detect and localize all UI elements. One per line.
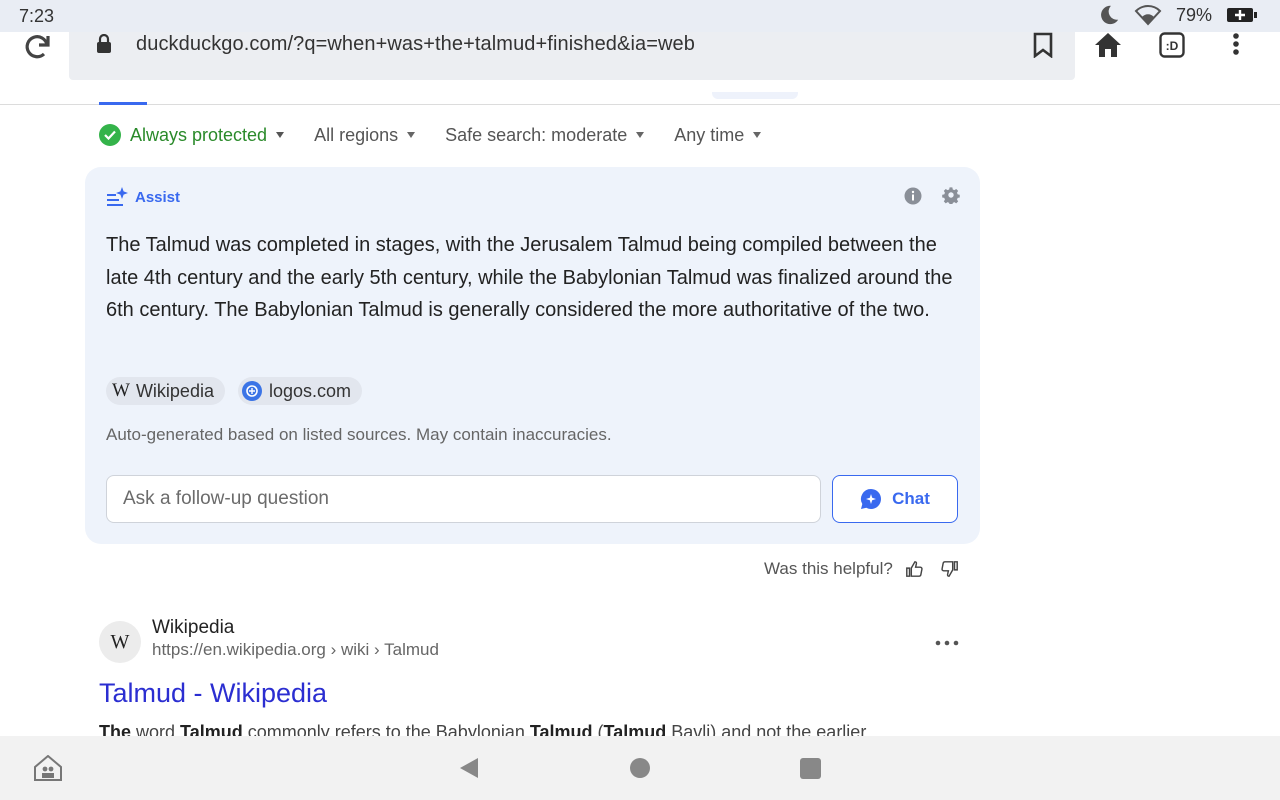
wikipedia-icon: W <box>112 380 130 401</box>
followup-input[interactable] <box>106 475 821 523</box>
more-options-icon[interactable] <box>935 636 959 650</box>
svg-text::D: :D <box>1166 39 1179 53</box>
result-snippet: The word Talmud commonly refers to the B… <box>99 722 979 736</box>
result-site-name[interactable]: Wikipedia <box>152 617 234 639</box>
assist-disclaimer: Auto-generated based on listed sources. … <box>106 425 612 444</box>
assist-sources: W Wikipedia logos.com <box>106 377 363 405</box>
tabs-divider <box>0 104 1280 105</box>
feedback-row: Was this helpful? <box>764 559 959 579</box>
chat-bubble-icon <box>861 488 882 509</box>
tab-active-indicator <box>99 102 147 105</box>
thumbs-up-icon[interactable] <box>905 560 923 578</box>
feedback-label: Was this helpful? <box>764 559 893 578</box>
result-url[interactable]: https://en.wikipedia.org › wiki › Talmud <box>152 640 439 660</box>
assist-card: Assist The Talmud was completed in stage… <box>85 167 980 544</box>
filter-always-protected[interactable]: Always protected <box>99 124 285 146</box>
assist-label: Assist <box>135 188 181 206</box>
search-filters: Always protected All regions Safe search… <box>99 122 791 148</box>
source-logos[interactable]: logos.com <box>237 377 363 405</box>
status-time: 7:23 <box>19 6 55 26</box>
result-title-link[interactable]: Talmud - Wikipedia <box>99 678 327 709</box>
check-circle-icon <box>99 124 121 146</box>
filter-label: Any time <box>674 124 745 145</box>
assist-sparkle-icon <box>107 187 128 206</box>
overflow-menu-icon[interactable] <box>1227 32 1245 58</box>
filter-safe-search[interactable]: Safe search: moderate <box>445 124 645 146</box>
snippet-bold: Talmud <box>180 722 243 736</box>
filter-label: Safe search: moderate <box>445 124 628 145</box>
home-icon[interactable] <box>1094 32 1122 58</box>
tab-switcher-button[interactable]: :D <box>1159 32 1185 63</box>
caret-down-icon <box>753 132 762 138</box>
source-label: Wikipedia <box>135 380 214 401</box>
wifi-icon <box>1134 5 1162 26</box>
logos-icon <box>241 381 262 401</box>
chat-button[interactable]: Chat <box>832 475 958 523</box>
assist-answer: The Talmud was completed in stages, with… <box>106 234 953 322</box>
battery-percent: 79% <box>1175 4 1212 25</box>
bookmark-icon[interactable] <box>1032 32 1054 58</box>
recents-square-icon[interactable] <box>800 758 821 779</box>
browser-toolbar: duckduckgo.com/?q=when+was+the+talmud+fi… <box>0 32 1280 94</box>
caret-down-icon <box>276 132 285 138</box>
back-icon[interactable] <box>459 757 479 779</box>
result-favicon[interactable]: W <box>99 621 141 663</box>
home-circle-icon[interactable] <box>630 758 650 778</box>
filter-label: All regions <box>314 124 399 145</box>
app-drawer-icon[interactable] <box>34 755 62 781</box>
filter-regions[interactable]: All regions <box>314 124 416 146</box>
source-wikipedia[interactable]: W Wikipedia <box>106 377 225 405</box>
do-not-disturb-moon-icon <box>1101 5 1119 25</box>
status-icons: 79% <box>1098 4 1258 26</box>
gear-icon[interactable] <box>942 186 960 204</box>
source-label: logos.com <box>268 380 352 401</box>
snippet-text: commonly refers to the Babylonian <box>242 722 530 736</box>
assist-header: Assist <box>106 187 180 207</box>
lock-icon <box>97 34 111 53</box>
status-bar: 7:23 79% <box>0 0 1280 32</box>
filter-label: Always protected <box>130 124 268 145</box>
tab-pill <box>712 92 798 99</box>
address-bar-url: duckduckgo.com/?q=when+was+the+talmud+fi… <box>136 33 696 55</box>
caret-down-icon <box>407 132 416 138</box>
filter-time[interactable]: Any time <box>674 124 762 146</box>
caret-down-icon <box>636 132 645 138</box>
tab-switcher-icon: :D <box>1159 32 1185 58</box>
snippet-text: Bavli) and not the earlier <box>666 722 867 736</box>
snippet-bold: Talmud <box>603 722 667 736</box>
snippet-bold: Talmud <box>529 722 593 736</box>
battery-charging-icon <box>1227 8 1257 22</box>
chat-button-label: Chat <box>892 489 930 508</box>
thumbs-down-icon[interactable] <box>941 560 959 578</box>
snippet-bold: The <box>99 722 132 736</box>
system-nav-bar <box>0 736 1280 800</box>
snippet-text: word <box>131 722 181 736</box>
reload-icon[interactable] <box>22 32 52 62</box>
info-icon[interactable] <box>904 187 922 205</box>
snippet-text: ( <box>592 722 604 736</box>
